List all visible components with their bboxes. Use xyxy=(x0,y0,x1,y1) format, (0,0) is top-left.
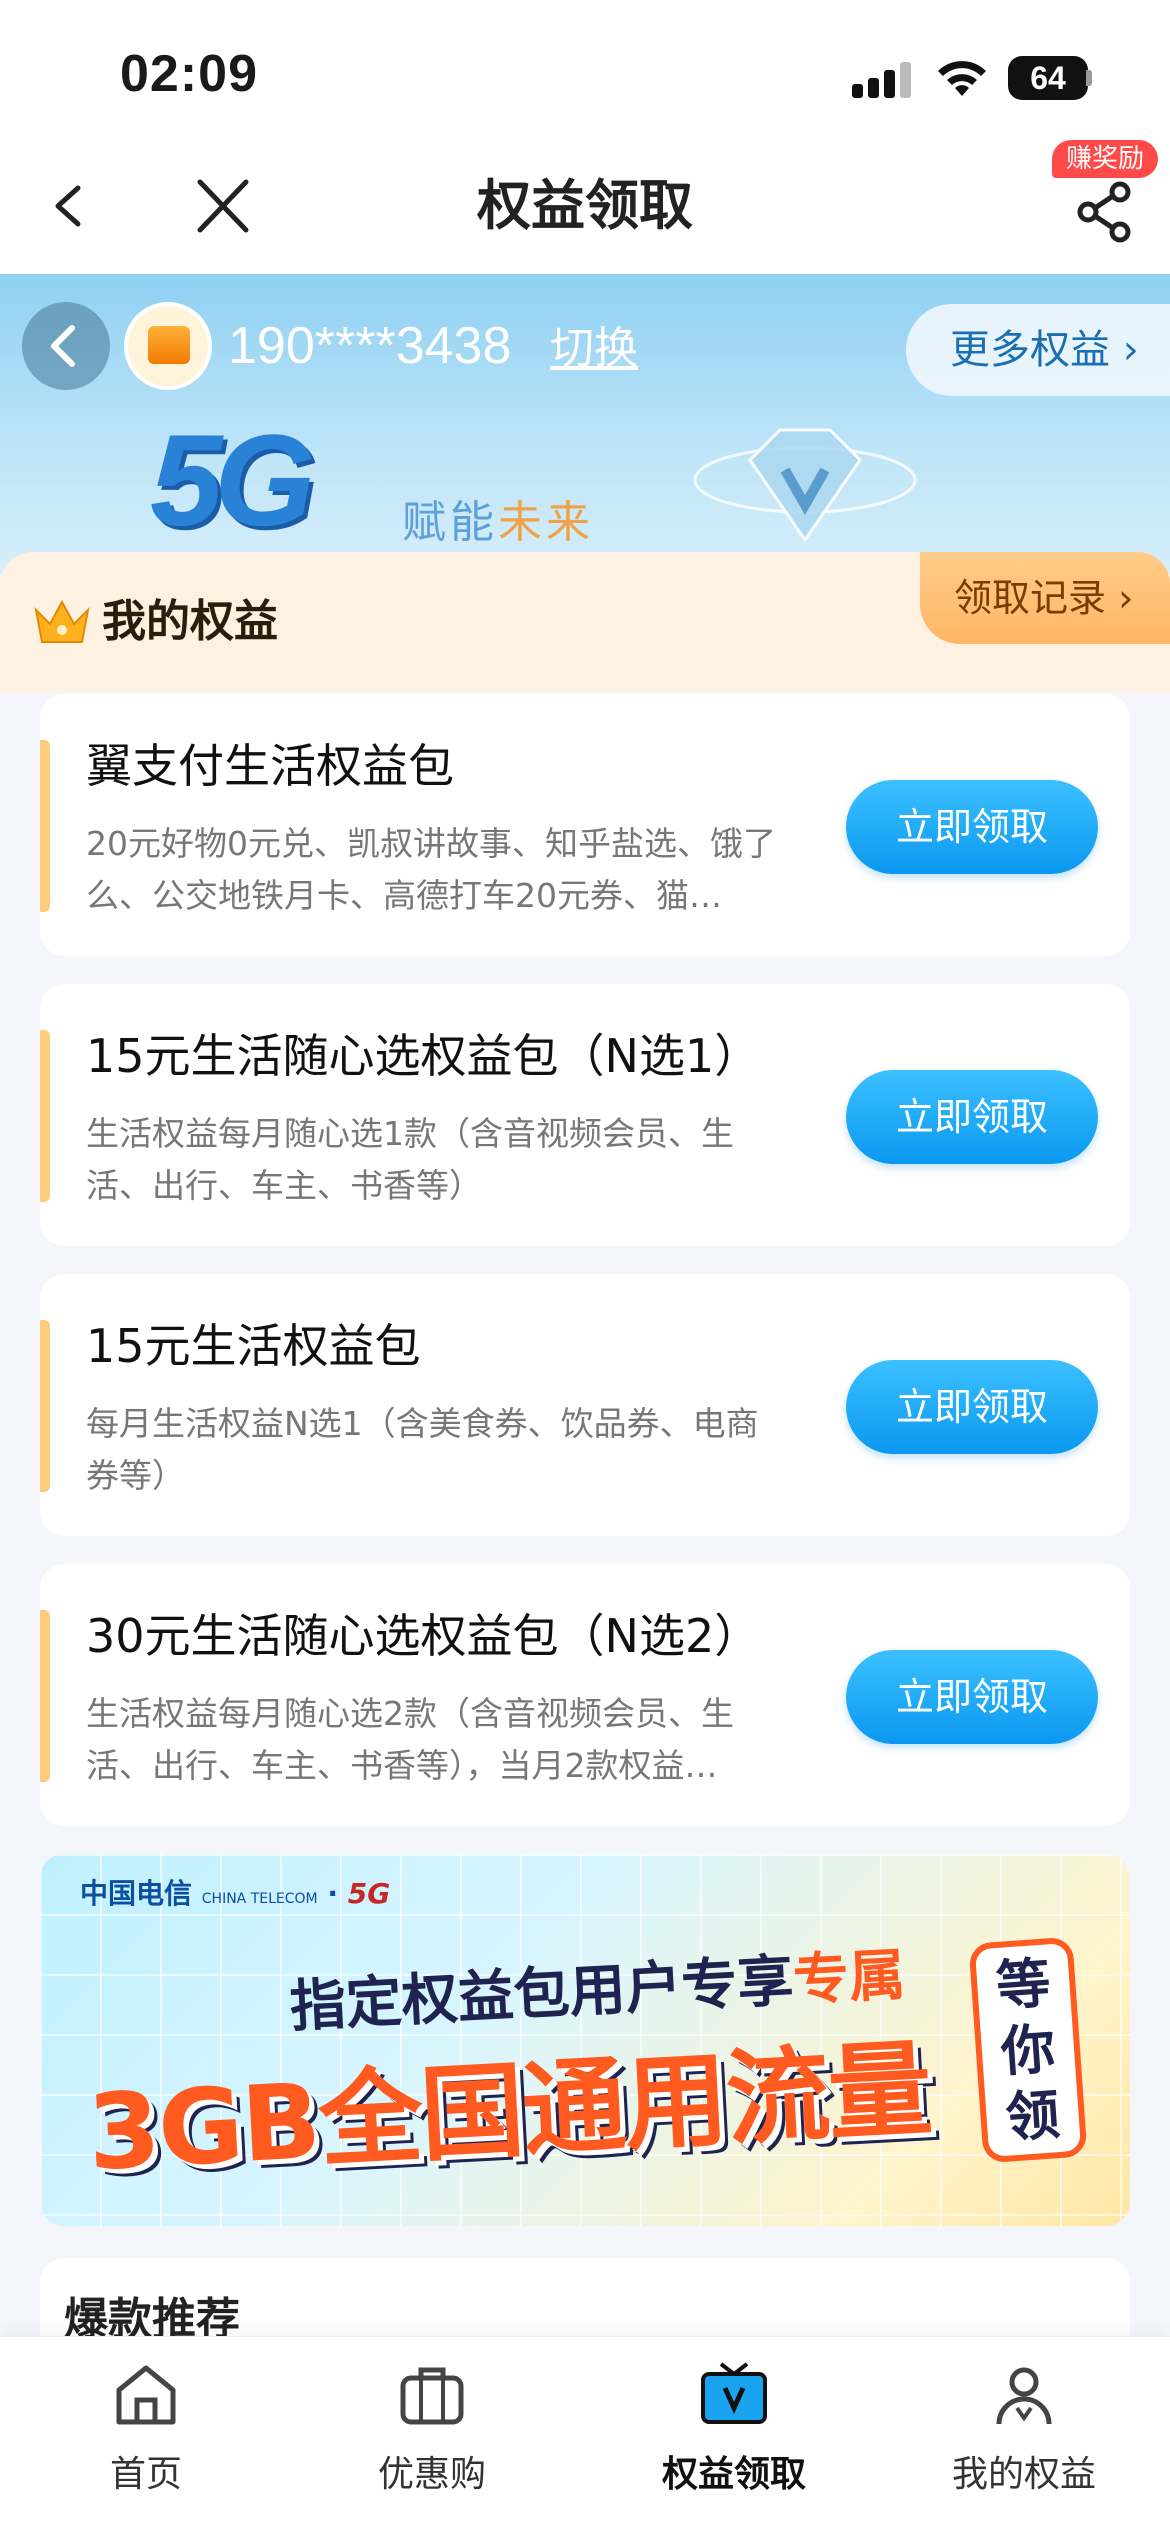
home-icon xyxy=(116,2365,176,2425)
package-title: 15元生活随心选权益包（N选1） xyxy=(86,1029,761,1083)
tab-my-rights[interactable]: 我的权益 xyxy=(878,2360,1170,2510)
package-desc: 生活权益每月随心选2款（含音视频会员、生活、出行、车主、书香等），当月2款权益… xyxy=(86,1694,734,1785)
promo-line1-b: 专属 xyxy=(791,1942,907,2014)
card-accent-bar xyxy=(40,1610,50,1782)
claim-button[interactable]: 立即领取 xyxy=(846,1650,1098,1744)
promo-stamp: 等你领 xyxy=(968,1936,1088,2164)
crown-icon xyxy=(34,599,90,643)
slogan-b: 未来 xyxy=(498,497,594,548)
share-icon[interactable] xyxy=(1072,178,1138,244)
slogan-a: 赋能 xyxy=(402,497,498,548)
package-desc: 20元好物0元兑、凯叔讲故事、知乎盐选、饿了么、公交地铁月卡、高德打车20元券、… xyxy=(86,824,776,915)
tab-home[interactable]: 首页 xyxy=(0,2360,292,2510)
switch-account-link[interactable]: 切换 xyxy=(550,318,638,380)
reward-badge[interactable]: 赚奖励 xyxy=(1052,140,1159,178)
phone-number: 190****3438 xyxy=(228,317,512,375)
hero-back-button[interactable] xyxy=(22,302,110,390)
more-rights-button[interactable]: 更多权益 › xyxy=(906,304,1170,396)
battery-indicator: 64 xyxy=(1008,56,1088,100)
battery-cap xyxy=(1086,70,1092,86)
claim-button[interactable]: 立即领取 xyxy=(846,780,1098,874)
my-rights-title: 我的权益 xyxy=(102,596,278,647)
tab-claim-rights[interactable]: 权益领取 xyxy=(588,2360,880,2510)
tab-label: 权益领取 xyxy=(661,2454,806,2495)
package-title: 翼支付生活权益包 xyxy=(86,739,454,793)
slogan-text: 赋能未来 xyxy=(402,486,594,550)
tv-v-icon xyxy=(701,2362,767,2424)
person-icon xyxy=(996,2367,1052,2425)
china-telecom-logo: 中国电信 CHINA TELECOM · 5G xyxy=(80,1877,391,1910)
promo-logo-sub: CHINA TELECOM xyxy=(201,1891,318,1907)
status-time: 02:09 xyxy=(120,45,258,103)
gift-box-icon xyxy=(148,326,190,364)
diamond-v-icon xyxy=(693,428,917,543)
tab-label: 我的权益 xyxy=(951,2454,1096,2495)
tab-label: 首页 xyxy=(109,2454,182,2495)
wifi-icon xyxy=(938,61,986,96)
promo-logo-5g: 5G xyxy=(347,1877,391,1910)
claim-button[interactable]: 立即领取 xyxy=(846,1360,1098,1454)
card-accent-bar xyxy=(40,740,50,912)
card-accent-bar xyxy=(40,1030,50,1202)
claim-button[interactable]: 立即领取 xyxy=(846,1070,1098,1164)
package-desc: 生活权益每月随心选1款（含音视频会员、生活、出行、车主、书香等） xyxy=(86,1114,734,1205)
tab-label: 优惠购 xyxy=(377,2454,486,2495)
chevron-left-icon xyxy=(51,325,75,367)
promo-logo-text: 中国电信 xyxy=(80,1877,193,1910)
claim-records-button[interactable]: 领取记录 › xyxy=(920,552,1170,644)
package-title: 30元生活随心选权益包（N选2） xyxy=(86,1609,761,1663)
package-title: 15元生活权益包 xyxy=(86,1319,421,1373)
cellular-signal-icon xyxy=(852,62,914,98)
card-accent-bar xyxy=(40,1320,50,1492)
slogan-5g: 5G xyxy=(150,407,315,553)
page-title: 权益领取 xyxy=(477,174,693,237)
package-desc: 每月生活权益N选1（含美食券、饮品券、电商券等） xyxy=(86,1404,759,1495)
tab-deals[interactable]: 优惠购 xyxy=(286,2360,578,2510)
briefcase-icon xyxy=(400,2367,464,2425)
